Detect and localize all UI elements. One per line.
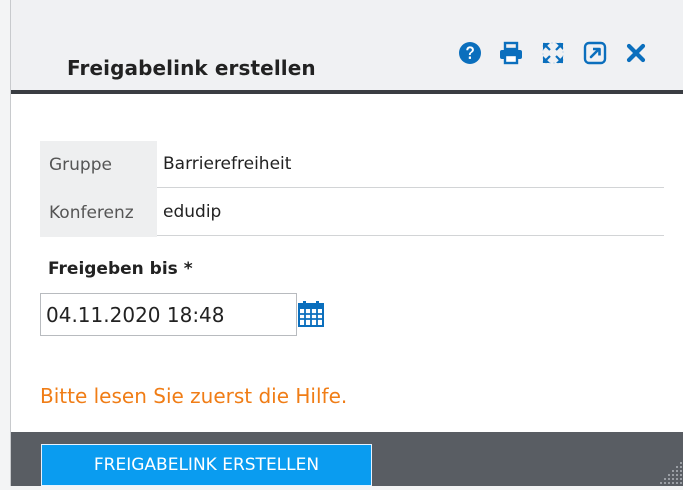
group-label: Gruppe [40,141,157,189]
printer-icon[interactable] [498,40,524,66]
close-icon[interactable] [623,40,649,66]
dialog-title: Freigabelink erstellen [67,56,316,80]
share-until-input[interactable] [40,293,297,336]
conference-value: edudip [157,189,664,236]
open-external-icon[interactable] [582,40,608,66]
share-until-label: Freigeben bis * [48,259,193,279]
help-icon[interactable] [457,40,483,66]
help-hint: Bitte lesen Sie zuerst die Hilfe. [40,384,348,408]
info-row-conference: Konferenz edudip [40,189,664,237]
calendar-icon[interactable] [296,300,326,328]
conference-label: Konferenz [40,189,157,237]
expand-icon[interactable] [540,40,566,66]
dialog-header: Freigabelink erstellen [11,0,683,94]
info-table: Gruppe Barrierefreiheit Konferenz edudip [40,141,664,237]
group-value: Barrierefreiheit [157,141,664,188]
dialog-footer: FREIGABELINK ERSTELLEN [11,432,683,486]
info-row-group: Gruppe Barrierefreiheit [40,141,664,189]
resize-grip-icon[interactable] [654,456,683,486]
create-share-link-button[interactable]: FREIGABELINK ERSTELLEN [41,444,372,486]
share-link-dialog: Freigabelink erstellen Gruppe Barrierefr… [10,0,683,486]
